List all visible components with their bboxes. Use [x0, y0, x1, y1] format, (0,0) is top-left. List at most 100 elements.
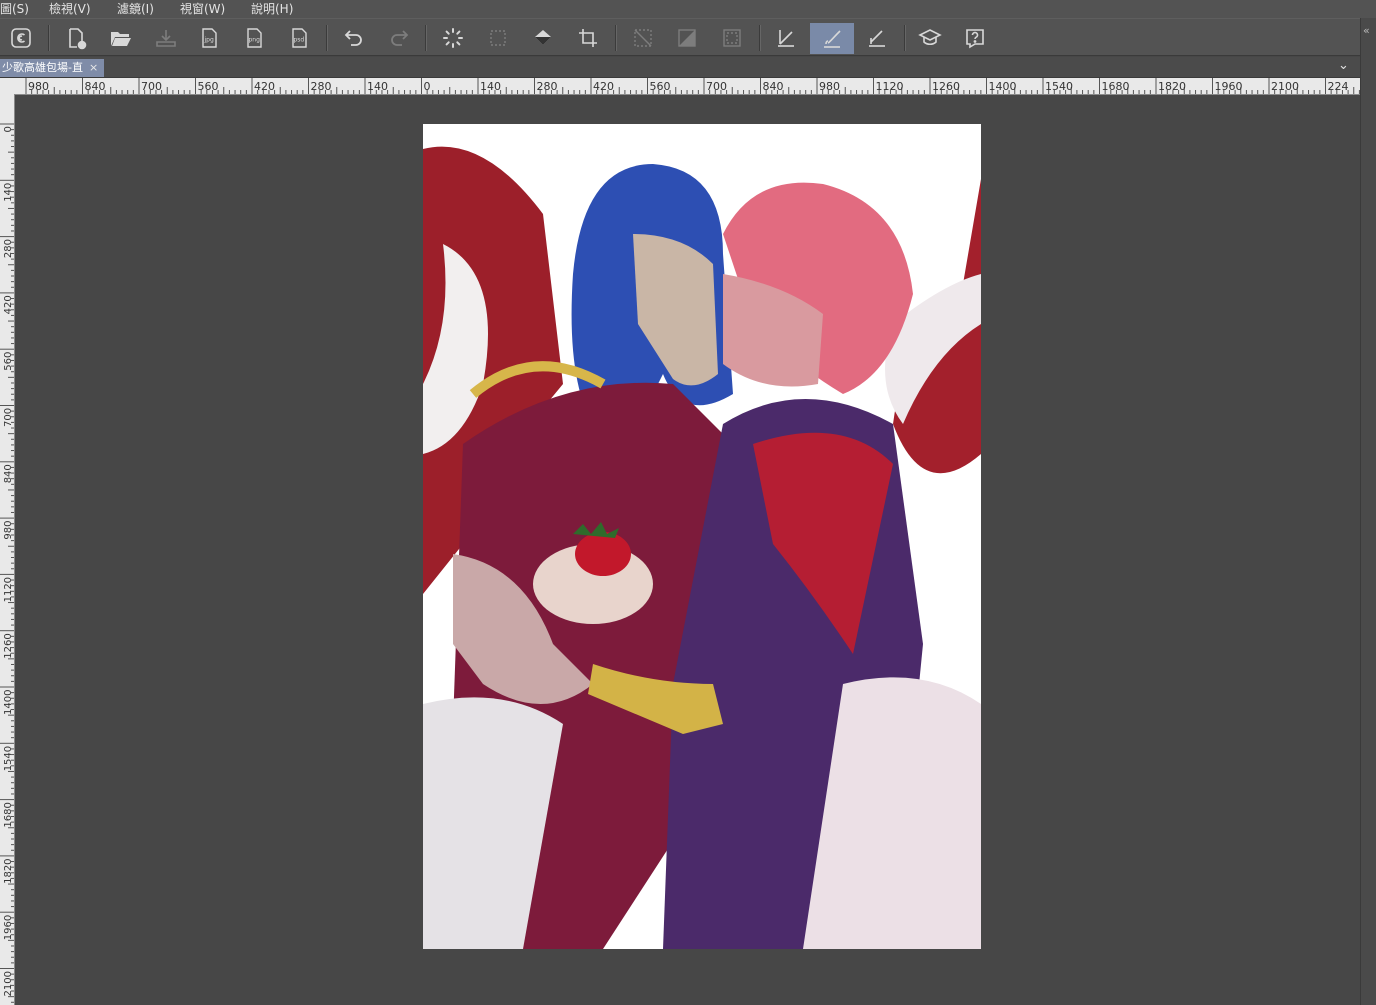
- invert-selection-icon: [678, 29, 696, 47]
- ruler-label: 2100: [3, 971, 14, 996]
- brush-snap-button[interactable]: [810, 23, 854, 54]
- selection-border-button[interactable]: [714, 23, 750, 53]
- transform-button[interactable]: [480, 23, 516, 53]
- crop-button[interactable]: [570, 23, 606, 53]
- menu-bar: 圖(S) 檢視(V) 濾鏡(I) 視窗(W) 說明(H): [0, 0, 1376, 18]
- ruler-label: 140: [367, 80, 388, 93]
- redo-button[interactable]: [381, 23, 417, 53]
- ruler-label: 1960: [1215, 80, 1243, 93]
- ruler-label: 980: [3, 521, 14, 540]
- menu-window[interactable]: 視窗(W): [180, 0, 225, 18]
- document-tab-bar: 少歌高雄包場-直 × ⌄: [0, 57, 1360, 78]
- ruler-label: 980: [819, 80, 840, 93]
- ruler-label: 1120: [3, 577, 14, 602]
- ruler-label: 0: [424, 80, 431, 93]
- menu-help[interactable]: 說明(H): [251, 0, 293, 18]
- close-tab-icon[interactable]: ×: [89, 61, 98, 74]
- save-icon: [156, 30, 176, 47]
- ruler-label: 420: [593, 80, 614, 93]
- menu-filter[interactable]: 濾鏡(I): [117, 0, 154, 18]
- undo-icon: [344, 30, 362, 46]
- svg-text:png: png: [249, 37, 261, 44]
- canvas-artwork[interactable]: [423, 124, 981, 949]
- new-file-button[interactable]: [58, 23, 94, 53]
- export-psd-icon: psd: [292, 28, 307, 48]
- loading-spinner-icon: [443, 28, 463, 48]
- help-button[interactable]: [957, 23, 993, 53]
- horizontal-ruler-scale: 980 840 700 560 420 280 140 0 140 280 420 560 700 840…: [25, 78, 1360, 94]
- ruler-corner: [0, 78, 14, 94]
- export-jpg-icon: jpg: [202, 28, 217, 48]
- ruler-label: 280: [311, 80, 332, 93]
- learn-button[interactable]: [912, 23, 948, 53]
- ruler-label: 1400: [989, 80, 1017, 93]
- ruler-label: 700: [141, 80, 162, 93]
- strawberry: [575, 532, 631, 576]
- document-tab-title: 少歌高雄包場-直: [2, 61, 83, 74]
- ruler-label: 140: [480, 80, 501, 93]
- ruler-label: 2100: [1271, 80, 1299, 93]
- redo-icon: [391, 30, 409, 46]
- expand-panel-icon[interactable]: «: [1363, 24, 1370, 37]
- horizontal-ruler: 980 840 700 560 420 280 140 0 140 280 420 560 700 840…: [14, 78, 1360, 95]
- ruler-label: 1260: [3, 633, 14, 658]
- export-psd-button[interactable]: psd: [282, 23, 318, 53]
- invert-selection-button[interactable]: [669, 23, 705, 53]
- ruler-label: 700: [706, 80, 727, 93]
- help-icon: [966, 29, 984, 49]
- ruler-label: 560: [650, 80, 671, 93]
- ruler-snap-icon: [869, 30, 885, 47]
- open-folder-icon: [111, 32, 131, 46]
- open-button[interactable]: [103, 23, 139, 53]
- document-tab[interactable]: 少歌高雄包場-直 ×: [0, 59, 105, 77]
- ruler-label: 560: [3, 352, 14, 371]
- crop-icon: [579, 29, 597, 47]
- svg-text:jpg: jpg: [204, 37, 214, 44]
- illustration: [423, 146, 981, 949]
- export-jpg-button[interactable]: jpg: [192, 23, 228, 53]
- loading-button[interactable]: [435, 23, 471, 53]
- clear-selection-icon: [634, 29, 652, 47]
- fill-bucket-icon: [535, 30, 551, 45]
- menu-image[interactable]: 圖(S): [0, 0, 29, 18]
- ruler-label: 980: [28, 80, 49, 93]
- ruler-label: 560: [198, 80, 219, 93]
- ruler-label: 420: [3, 295, 14, 314]
- ruler-label: 280: [3, 239, 14, 258]
- ruler-label: 1540: [3, 746, 14, 771]
- ruler-snap-button[interactable]: [859, 23, 895, 53]
- export-png-icon: png: [247, 28, 262, 48]
- pen-snap-icon: [778, 30, 794, 47]
- vertical-ruler: 0 140 280 420 560 700 840 980 1120 1260 1400 1540 16…: [0, 94, 15, 1005]
- ruler-label: 1540: [1045, 80, 1073, 93]
- svg-text:psd: psd: [294, 37, 305, 44]
- ruler-label: 1820: [1158, 80, 1186, 93]
- new-file-icon: [69, 28, 87, 50]
- transform-icon: [490, 30, 506, 46]
- clip-studio-icon: [11, 28, 31, 48]
- ruler-label: 840: [763, 80, 784, 93]
- export-png-button[interactable]: png: [237, 23, 273, 53]
- fill-button[interactable]: [525, 23, 561, 53]
- ruler-label: 1680: [3, 802, 14, 827]
- learn-icon: [918, 29, 942, 46]
- ruler-label: 0: [3, 126, 14, 132]
- clip-studio-button[interactable]: [3, 23, 39, 53]
- undo-button[interactable]: [336, 23, 372, 53]
- command-bar: jpg png psd: [0, 18, 1360, 56]
- selection-border-icon: [723, 29, 741, 47]
- ruler-label: 420: [254, 80, 275, 93]
- pen-snap-button[interactable]: [768, 23, 804, 53]
- ruler-label: 1960: [3, 915, 14, 940]
- tab-list-chevron-icon[interactable]: ⌄: [1338, 58, 1349, 73]
- ruler-label: 140: [3, 183, 14, 202]
- ruler-label: 1400: [3, 690, 14, 715]
- save-button[interactable]: [148, 23, 184, 53]
- ruler-label: 1260: [932, 80, 960, 93]
- ruler-label: 280: [537, 80, 558, 93]
- side-panel-collapsed: «: [1360, 18, 1376, 1005]
- ruler-label: 1120: [876, 80, 904, 93]
- ruler-label: 700: [3, 408, 14, 427]
- clear-selection-button[interactable]: [625, 23, 661, 53]
- menu-view[interactable]: 檢視(V): [49, 0, 91, 18]
